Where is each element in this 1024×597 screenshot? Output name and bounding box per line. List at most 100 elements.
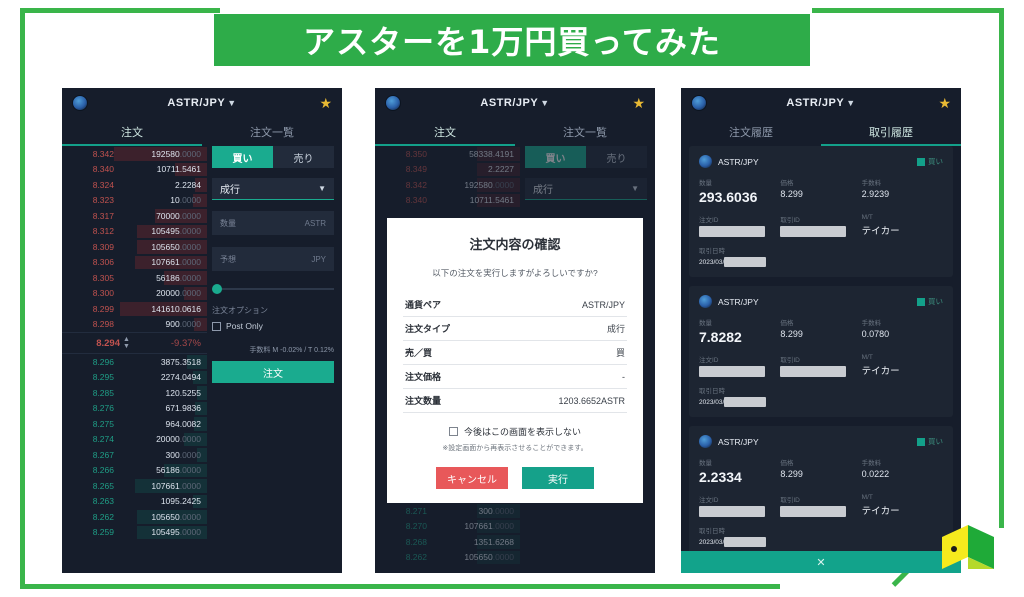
order-book-ask-row[interactable]: 8.299 141610.0616 xyxy=(62,301,207,317)
confirm-button[interactable]: 実行 xyxy=(522,467,594,489)
quantity-label: 数量 xyxy=(699,460,712,467)
order-book-ask-row[interactable]: 8.305 56186.0000 xyxy=(62,270,207,286)
card-datetime: 取引日時 2023/03/ xyxy=(699,245,943,267)
price-value: 8.299 xyxy=(780,189,803,199)
sell-button[interactable]: 売り xyxy=(586,146,647,168)
panel2-header: ASTR/JPY ▼ ★ xyxy=(375,88,655,118)
quantity-input[interactable]: 数量 ASTR xyxy=(212,211,334,235)
trade-side-badge: 買い xyxy=(917,156,943,167)
order-book-bid-row[interactable]: 8.265 107661.0000 xyxy=(62,478,207,494)
order-book-amount: 105650.0000 xyxy=(151,241,201,252)
order-book-bid-row[interactable]: 8.270 107661.0000 xyxy=(375,519,520,535)
order-book-amount: 192580.0000 xyxy=(151,148,201,159)
datetime-label: 取引日時 xyxy=(699,528,725,535)
order-book-amount: 56186.0000 xyxy=(156,465,201,476)
order-book-bid-row[interactable]: 8.276 671.9836 xyxy=(62,401,207,417)
trade-history-card[interactable]: ASTR/JPY 買い 数量 7.8282 価格 8.299 手数料 0.0780 注文ID 取引… xyxy=(689,286,953,417)
sort-arrows-icon[interactable]: ▲ ▼ xyxy=(123,336,130,350)
order-book-ask-row[interactable]: 8.340 10711.5461 xyxy=(62,162,207,178)
chevron-down-icon: ▼ xyxy=(318,184,326,193)
favorite-star-icon[interactable]: ★ xyxy=(319,95,332,112)
cancel-button[interactable]: キャンセル xyxy=(436,467,508,489)
trade-history-card[interactable]: ASTR/JPY 買い 数量 2.2334 価格 8.299 手数料 0.0222 注文ID 取引… xyxy=(689,426,953,557)
order-type-select[interactable]: 成行 ▼ xyxy=(525,178,647,200)
trade-history-list[interactable]: ASTR/JPY 買い 数量 293.6036 価格 8.299 手数料 2.9239 注文ID… xyxy=(681,146,961,573)
checkbox-icon[interactable] xyxy=(212,321,221,331)
checkbox-icon[interactable] xyxy=(448,427,458,436)
slider-knob[interactable] xyxy=(212,284,222,294)
order-book-bid-row[interactable]: 8.262 105650.0000 xyxy=(62,509,207,525)
pair-selector[interactable]: ASTR/JPY ▼ xyxy=(375,97,655,109)
order-book-bid-row[interactable]: 8.271 300.0000 xyxy=(375,503,520,519)
submit-order-button[interactable]: 注文 xyxy=(212,361,334,383)
card-datetime: 取引日時 2023/03/ xyxy=(699,525,943,547)
order-book-bid-row[interactable]: 8.285 120.5255 xyxy=(62,385,207,401)
sell-button[interactable]: 売り xyxy=(273,146,334,168)
post-only-row[interactable]: Post Only xyxy=(212,321,334,331)
order-book-ask-row[interactable]: 8.300 20000.0000 xyxy=(62,286,207,302)
order-book-amount: 300.0000 xyxy=(165,449,201,460)
order-book-ask-row[interactable]: 8.312 105495.0000 xyxy=(62,224,207,240)
dont-show-again-row[interactable]: 今後はこの画面を表示しない xyxy=(403,425,627,438)
order-book-bid-row[interactable]: 8.275 964.0082 xyxy=(62,416,207,432)
order-book-ask-row[interactable]: 8.298 900.0000 xyxy=(62,317,207,333)
order-book-ask-row[interactable]: 8.349 2.2227 xyxy=(375,162,520,178)
modal-row-value: - xyxy=(622,371,625,382)
order-book-bid-row[interactable]: 8.263 1095.2425 xyxy=(62,494,207,510)
card-ids: 注文ID 取引ID M/T テイカー xyxy=(699,354,943,377)
order-book-ask-row[interactable]: 8.340 10711.5461 xyxy=(375,193,520,209)
tab-trade-history[interactable]: 取引履歴 xyxy=(821,118,961,146)
order-id-redacted xyxy=(699,506,765,517)
order-book-ask-row[interactable]: 8.309 105650.0000 xyxy=(62,239,207,255)
order-book-bid-row[interactable]: 8.268 1351.6268 xyxy=(375,534,520,550)
order-book-bid-row[interactable]: 8.266 56186.0000 xyxy=(62,463,207,479)
modal-title: 注文内容の確認 xyxy=(469,237,561,252)
order-book-bid-row[interactable]: 8.274 20000.0000 xyxy=(62,432,207,448)
order-type-select[interactable]: 成行 ▼ xyxy=(212,178,334,200)
order-book-price: 8.309 xyxy=(92,241,114,252)
order-book-ask-row[interactable]: 8.317 70000.0000 xyxy=(62,208,207,224)
pair-selector[interactable]: ASTR/JPY ▼ xyxy=(681,97,961,109)
maker-taker-value: テイカー xyxy=(861,226,900,237)
order-book-bid-row[interactable]: 8.259 105495.0000 xyxy=(62,525,207,541)
order-book-background-lower: 8.271 300.0000 8.270 107661.0000 8.268 1351.6… xyxy=(375,503,520,565)
price-label: 価格 xyxy=(780,460,794,467)
maker-taker-label: M/T xyxy=(861,354,873,361)
panel1-tabs: 注文 注文一覧 xyxy=(62,118,342,146)
order-book-ask-row[interactable]: 8.323 10.0000 xyxy=(62,193,207,209)
order-book-amount: 10.0000 xyxy=(170,195,201,206)
estimate-input[interactable]: 予想 JPY xyxy=(212,247,334,271)
close-bar[interactable]: ✕ xyxy=(681,551,961,573)
pair-selector[interactable]: ASTR/JPY ▼ xyxy=(62,97,342,109)
buy-button[interactable]: 買い xyxy=(525,146,586,168)
order-book-ask-row[interactable]: 8.342 192580.0000 xyxy=(62,146,207,162)
favorite-star-icon[interactable]: ★ xyxy=(938,95,951,112)
favorite-star-icon[interactable]: ★ xyxy=(632,95,645,112)
order-book-bid-row[interactable]: 8.295 2274.0494 xyxy=(62,370,207,386)
order-confirm-modal: 注文内容の確認 以下の注文を実行しますがよろしいですか? 通貨ペア ASTR/JP… xyxy=(387,218,643,503)
screenshot-root: アスターを1万円買ってみた ASTR/JPY ▼ ★ 注文 注文一覧 8.342 1… xyxy=(0,0,1024,597)
phone-panel-confirm: ASTR/JPY ▼ ★ 注文 注文一覧 8.350 58338.4191 8.349… xyxy=(375,88,655,573)
close-icon: ✕ xyxy=(816,556,826,569)
amount-slider[interactable] xyxy=(212,283,334,295)
order-book-ask-row[interactable]: 8.324 2.2284 xyxy=(62,177,207,193)
tab-order-list[interactable]: 注文一覧 xyxy=(202,118,342,146)
order-book[interactable]: 8.342 192580.0000 8.340 10711.5461 8.324 2.22… xyxy=(62,146,207,573)
price-label: 価格 xyxy=(780,320,794,327)
order-book-ask-row[interactable]: 8.350 58338.4191 xyxy=(375,146,520,162)
tab-order[interactable]: 注文 xyxy=(62,118,202,146)
trade-history-card[interactable]: ASTR/JPY 買い 数量 293.6036 価格 8.299 手数料 2.9239 注文ID… xyxy=(689,146,953,277)
order-book-ask-row[interactable]: 8.306 107661.0000 xyxy=(62,255,207,271)
order-book-price: 8.323 xyxy=(92,195,114,206)
order-book-bid-row[interactable]: 8.296 3875.3518 xyxy=(62,354,207,370)
tab-order-list[interactable]: 注文一覧 xyxy=(515,118,655,146)
order-book-ask-row[interactable]: 8.342 192580.0000 xyxy=(375,177,520,193)
buy-button[interactable]: 買い xyxy=(212,146,273,168)
card-metrics: 数量 7.8282 価格 8.299 手数料 0.0780 xyxy=(699,317,943,345)
order-book-bid-row[interactable]: 8.267 300.0000 xyxy=(62,447,207,463)
tab-order[interactable]: 注文 xyxy=(375,118,515,146)
slider-track xyxy=(214,288,334,290)
order-book-bid-row[interactable]: 8.262 105650.0000 xyxy=(375,550,520,566)
tab-order-history[interactable]: 注文履歴 xyxy=(681,118,821,146)
order-book-price: 8.259 xyxy=(92,527,114,538)
